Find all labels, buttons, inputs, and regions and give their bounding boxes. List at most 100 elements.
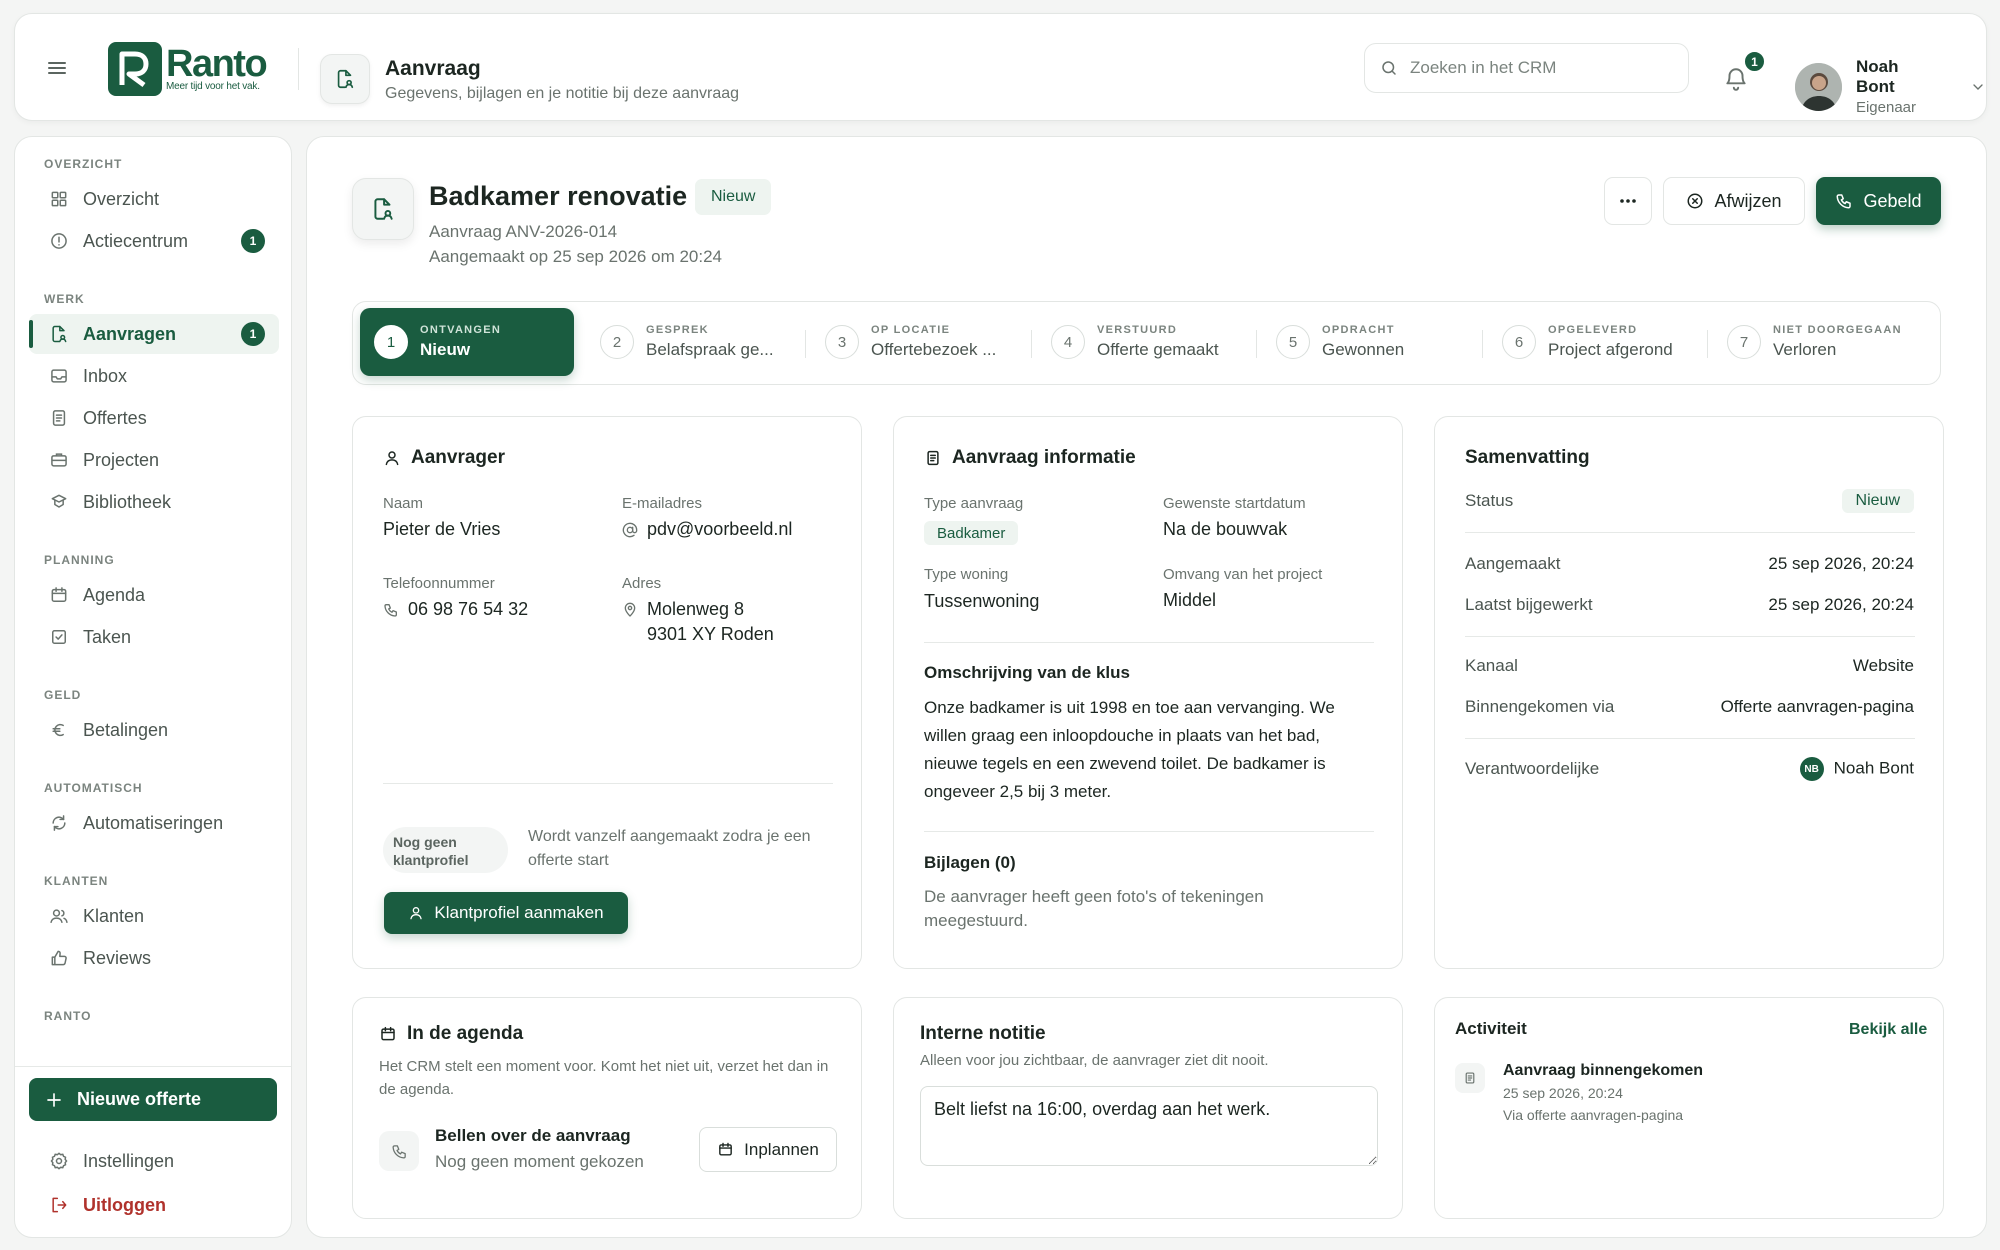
sidebar-item-inbox[interactable]: Inbox	[29, 356, 279, 396]
document-user-icon	[49, 324, 69, 344]
logo[interactable]: Ranto Meer tijd voor het vak.	[108, 42, 268, 96]
topbar: Ranto Meer tijd voor het vak. Aanvraag G…	[14, 13, 1987, 121]
sidebar-item-taken[interactable]: Taken	[29, 617, 279, 657]
called-label: Gebeld	[1863, 190, 1922, 211]
scope-label: Omvang van het project	[1163, 566, 1323, 583]
sidebar-item-klanten[interactable]: Klanten	[29, 896, 279, 936]
divider	[1482, 330, 1483, 358]
sidebar-item-label: Bibliotheek	[83, 491, 172, 512]
new-offer-button[interactable]: Nieuwe offerte	[29, 1078, 277, 1121]
pipeline-stage-1[interactable]: 1 ONTVANGEN Nieuw	[360, 308, 574, 376]
phone-text: 06 98 76 54 32	[408, 599, 529, 619]
more-button[interactable]	[1604, 177, 1652, 225]
owner-value[interactable]: NB Noah Bont	[1799, 757, 1914, 781]
attachments-empty: De aanvrager heeft geen foto's of tekeni…	[924, 887, 1264, 930]
search-box[interactable]	[1364, 43, 1689, 93]
user-menu[interactable]: Noah Bont Eigenaar	[1795, 57, 1986, 116]
sidebar-item-label: Offertes	[83, 407, 147, 428]
see-all-link[interactable]: Bekijk alle	[1849, 1021, 1927, 1039]
stage-number: 2	[600, 325, 634, 359]
section-label: KLANTEN	[44, 874, 109, 888]
reject-label: Afwijzen	[1714, 190, 1782, 211]
email-value[interactable]: pdv@voorbeeld.nl	[622, 519, 792, 540]
note-textarea[interactable]: Belt liefst na 16:00, overdag aan het we…	[920, 1086, 1378, 1166]
sidebar-item-actiecentrum[interactable]: Actiecentrum 1	[29, 221, 279, 261]
stage-label: VERSTUURD	[1097, 324, 1178, 336]
plan-button[interactable]: Inplannen	[699, 1127, 837, 1172]
called-button[interactable]: Gebeld	[1816, 177, 1941, 225]
stage-number: 7	[1727, 325, 1761, 359]
description-title: Omschrijving van de klus	[924, 663, 1130, 682]
pipeline-stage-7[interactable]: 7 NIET DOORGEGAAN Verloren	[1727, 308, 1927, 376]
bell-icon[interactable]	[1723, 66, 1749, 92]
activity-item-title: Aanvraag binnengekomen	[1503, 1062, 1704, 1079]
note-card: Interne notitie Alleen voor jou zichtbaa…	[893, 997, 1403, 1219]
note-hint: Alleen voor jou zichtbaar, de aanvrager …	[920, 1052, 1269, 1069]
sidebar-item-automatiseringen[interactable]: Automatiseringen	[29, 803, 279, 843]
user-icon	[383, 449, 401, 467]
card-title: Aanvrager	[383, 447, 505, 469]
divider	[1031, 330, 1032, 358]
sidebar-item-overzicht[interactable]: Overzicht	[29, 179, 279, 219]
at-sign-icon	[622, 522, 638, 538]
avatar	[1795, 62, 1842, 111]
search-input[interactable]	[1410, 58, 1650, 78]
phone-icon	[1835, 192, 1853, 210]
sidebar-item-reviews[interactable]: Reviews	[29, 938, 279, 978]
agenda-item-title: Bellen over de aanvraag	[435, 1126, 631, 1145]
briefcase-icon	[49, 450, 69, 470]
plan-label: Inplannen	[744, 1139, 819, 1159]
sidebar-item-agenda[interactable]: Agenda	[29, 575, 279, 615]
pipeline-stage-5[interactable]: 5 OPDRACHT Gewonnen	[1276, 308, 1466, 376]
avatar: NB	[1799, 757, 1824, 781]
sidebar-item-label: Uitloggen	[83, 1194, 166, 1215]
pipeline: 1 ONTVANGEN Nieuw 2 GESPREK Belafspraak ge…	[352, 301, 1941, 385]
close-circle-icon	[1686, 192, 1704, 210]
stage-label: OPGELEVERD	[1548, 324, 1638, 336]
section-label: AUTOMATISCH	[44, 781, 143, 795]
start-value: Na de bouwvak	[1163, 519, 1288, 539]
card-title-text: In de agenda	[407, 1023, 524, 1044]
sidebar-item-bibliotheek[interactable]: Bibliotheek	[29, 482, 279, 522]
sidebar-item-uitloggen[interactable]: Uitloggen	[29, 1185, 279, 1225]
pipeline-stage-2[interactable]: 2 GESPREK Belafspraak ge...	[600, 308, 780, 376]
phone-value[interactable]: 06 98 76 54 32	[383, 599, 528, 620]
pipeline-stage-6[interactable]: 6 OPGELEVERD Project afgerond	[1502, 308, 1702, 376]
stage-label: OPDRACHT	[1322, 324, 1395, 336]
sidebar-item-projecten[interactable]: Projecten	[29, 440, 279, 480]
new-offer-label: Nieuwe offerte	[77, 1089, 202, 1109]
sidebar: OVERZICHT Overzicht Actiecentrum 1 WERK …	[14, 136, 292, 1238]
sidebar-item-instellingen[interactable]: Instellingen	[29, 1141, 279, 1181]
channel-label: Kanaal	[1465, 656, 1518, 675]
stage-value: Verloren	[1773, 340, 1837, 359]
sidebar-item-label: Aanvragen	[83, 323, 177, 344]
sidebar-item-aanvragen[interactable]: Aanvragen 1	[29, 314, 279, 354]
card-title: Aanvraag informatie	[924, 447, 1136, 469]
sidebar-item-label: Klanten	[83, 905, 145, 926]
created-value: 25 sep 2026, 20:24	[1768, 554, 1914, 573]
create-profile-button[interactable]: Klantprofiel aanmaken	[384, 892, 628, 934]
pipeline-stage-3[interactable]: 3 OP LOCATIE Offertebezoek ...	[825, 308, 1005, 376]
pipeline-stage-4[interactable]: 4 VERSTUURD Offerte gemaakt	[1051, 308, 1241, 376]
document-icon	[49, 408, 69, 428]
summary-channel-row: Kanaal Website	[1465, 656, 1914, 676]
owner-name: Noah Bont	[1833, 758, 1914, 778]
sidebar-item-offertes[interactable]: Offertes	[29, 398, 279, 438]
users-icon	[49, 906, 69, 926]
type-label: Type aanvraag	[924, 495, 1024, 512]
address-value: Molenweg 8 9301 XY Roden	[622, 599, 774, 647]
document-icon	[1455, 1063, 1485, 1093]
menu-icon[interactable]	[45, 56, 69, 80]
email-text: pdv@voorbeeld.nl	[647, 519, 793, 539]
created-label: Aangemaakt	[1465, 554, 1561, 573]
user-name: Noah Bont	[1855, 57, 1899, 96]
sidebar-item-label: Automatiseringen	[83, 812, 224, 833]
summary-owner-row: Verantwoordelijke NB Noah Bont	[1465, 757, 1914, 781]
header-subtitle: Gegevens, bijlagen en je notitie bij dez…	[385, 85, 740, 102]
inbox-icon	[49, 366, 69, 386]
reject-button[interactable]: Afwijzen	[1663, 177, 1805, 225]
card-title: Activiteit	[1455, 1019, 1527, 1038]
sidebar-item-label: Betalingen	[83, 719, 169, 740]
sidebar-item-betalingen[interactable]: Betalingen	[29, 710, 279, 750]
euro-icon	[49, 720, 69, 740]
